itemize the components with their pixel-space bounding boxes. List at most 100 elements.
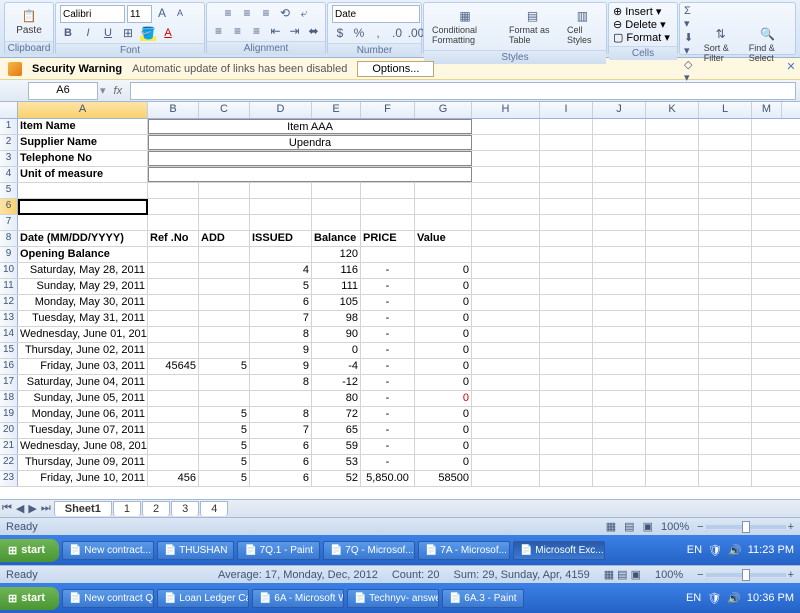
cell[interactable] [540, 279, 593, 294]
cell[interactable] [540, 183, 593, 198]
cell[interactable]: 8 [250, 407, 312, 422]
cell[interactable] [472, 471, 540, 486]
cell[interactable] [646, 215, 699, 230]
sheet-tab[interactable]: 2 [142, 501, 170, 516]
col-header[interactable]: J [593, 102, 646, 118]
cell[interactable] [199, 215, 250, 230]
cell[interactable] [593, 375, 646, 390]
col-header[interactable]: M [752, 102, 782, 118]
cell[interactable] [699, 183, 752, 198]
cell[interactable] [148, 263, 199, 278]
sheet-tab[interactable]: 3 [171, 501, 199, 516]
col-header[interactable]: K [646, 102, 699, 118]
cell[interactable]: Monday, June 06, 2011 [18, 407, 148, 422]
cell[interactable]: 6 [250, 295, 312, 310]
cell[interactable] [593, 391, 646, 406]
tab-prev-icon[interactable]: ◀ [14, 502, 26, 515]
cell[interactable]: Sunday, May 29, 2011 [18, 279, 148, 294]
cell[interactable] [148, 407, 199, 422]
cell[interactable]: 58500 [415, 471, 472, 486]
cell[interactable]: 5 [199, 423, 250, 438]
cell[interactable]: -4 [312, 359, 361, 374]
cell[interactable]: 5 [199, 455, 250, 470]
cell[interactable] [699, 327, 752, 342]
row-header[interactable]: 15 [0, 343, 18, 358]
align-left-icon[interactable]: ≡ [211, 23, 227, 39]
cell[interactable] [148, 311, 199, 326]
cell[interactable] [699, 151, 752, 166]
cell[interactable] [472, 135, 540, 150]
cell[interactable] [540, 215, 593, 230]
cell[interactable] [472, 151, 540, 166]
row-header[interactable]: 17 [0, 375, 18, 390]
row-header[interactable]: 21 [0, 439, 18, 454]
row-header[interactable]: 12 [0, 295, 18, 310]
cell[interactable]: - [361, 359, 415, 374]
fill-icon[interactable]: ⬇ ▾ [684, 31, 697, 57]
align-bot-icon[interactable]: ≡ [258, 5, 274, 21]
taskbar-item[interactable]: 📄 7Q.1 - Paint [237, 541, 320, 560]
tray-icon[interactable]: 🛡 [708, 544, 722, 557]
cell[interactable] [415, 183, 472, 198]
cell[interactable] [593, 263, 646, 278]
wrap-icon[interactable]: ⤶ [296, 5, 312, 21]
cell[interactable]: 5 [199, 471, 250, 486]
cell[interactable]: 8 [250, 327, 312, 342]
cell[interactable] [540, 263, 593, 278]
cell[interactable] [646, 119, 699, 134]
cell[interactable] [472, 359, 540, 374]
cell[interactable] [540, 359, 593, 374]
cell[interactable] [148, 439, 199, 454]
cell[interactable] [312, 215, 361, 230]
cell[interactable]: 80 [312, 391, 361, 406]
cell[interactable]: 120 [312, 247, 361, 262]
cell[interactable] [646, 423, 699, 438]
cell[interactable]: Thursday, June 09, 2011 [18, 455, 148, 470]
tab-first-icon[interactable]: ⏮ [0, 502, 14, 515]
font-color-icon[interactable]: A [160, 25, 176, 41]
cell[interactable] [699, 199, 752, 214]
cell[interactable] [540, 151, 593, 166]
cell[interactable] [250, 183, 312, 198]
cell[interactable] [593, 471, 646, 486]
row-header[interactable]: 10 [0, 263, 18, 278]
merged-cell[interactable]: Upendra [148, 135, 472, 150]
cell[interactable]: Date (MM/DD/YYYY) [18, 231, 148, 246]
align-top-icon[interactable]: ≡ [220, 5, 236, 21]
cell[interactable] [646, 247, 699, 262]
cell[interactable]: 8 [250, 375, 312, 390]
cell[interactable] [699, 279, 752, 294]
row-header[interactable]: 20 [0, 423, 18, 438]
orientation-icon[interactable]: ⟲ [277, 5, 293, 21]
cell[interactable]: 7 [250, 311, 312, 326]
cell[interactable] [699, 455, 752, 470]
italic-icon[interactable]: I [80, 25, 96, 41]
cell[interactable] [540, 439, 593, 454]
cell[interactable] [361, 199, 415, 214]
bold-icon[interactable]: B [60, 25, 76, 41]
cell[interactable] [472, 327, 540, 342]
clock[interactable]: 11:23 PM [748, 544, 794, 556]
cell[interactable]: 5 [199, 407, 250, 422]
row-header[interactable]: 1 [0, 119, 18, 134]
cell[interactable] [148, 375, 199, 390]
cell[interactable] [699, 119, 752, 134]
cell[interactable] [646, 199, 699, 214]
col-header[interactable]: L [699, 102, 752, 118]
cell[interactable]: Monday, May 30, 2011 [18, 295, 148, 310]
view-break-icon[interactable]: ▣ [643, 520, 653, 533]
view-normal-icon[interactable]: ▦ [606, 520, 616, 533]
cell[interactable]: 72 [312, 407, 361, 422]
cell[interactable] [540, 231, 593, 246]
cell[interactable] [646, 343, 699, 358]
sort-filter-button[interactable]: ⇅Sort & Filter [700, 23, 742, 66]
cell[interactable]: 9 [250, 343, 312, 358]
cell[interactable] [540, 343, 593, 358]
cell[interactable] [540, 119, 593, 134]
comma-icon[interactable]: , [370, 25, 386, 41]
cell[interactable]: - [361, 423, 415, 438]
cell[interactable] [699, 167, 752, 182]
cell-styles-button[interactable]: ▥Cell Styles [563, 5, 602, 48]
cell[interactable] [199, 343, 250, 358]
row-header[interactable]: 2 [0, 135, 18, 150]
